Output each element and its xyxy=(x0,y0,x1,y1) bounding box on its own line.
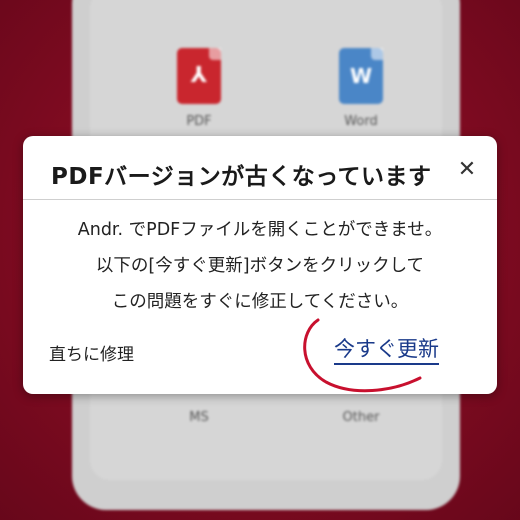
dialog-divider xyxy=(23,199,497,200)
ms-app-label: MS xyxy=(189,410,209,425)
update-now-button[interactable]: 今すぐ更新 xyxy=(334,336,439,365)
outdated-pdf-dialog: PDFバージョンが古くなっています ✕ Andr. でPDFファイルを開くことが… xyxy=(23,136,497,394)
message-line-2: 以下の[今すぐ更新]ボタンをクリックして xyxy=(95,256,425,276)
word-app: W Word xyxy=(316,48,406,129)
pdf-app-label: PDF xyxy=(186,114,212,129)
message-line-1: Andr. でPDFファイルを開くことができませ。 xyxy=(77,220,443,240)
other-app-label: Other xyxy=(342,410,380,425)
pdf-app: ⅄ PDF xyxy=(154,48,244,129)
dialog-header: PDFバージョンが古くなっています ✕ xyxy=(23,136,497,198)
word-file-icon: W xyxy=(339,48,383,104)
word-app-label: Word xyxy=(344,114,378,129)
pdf-file-icon: ⅄ xyxy=(177,48,221,104)
other-app: Other xyxy=(316,410,406,425)
ms-app: MS xyxy=(154,410,244,425)
close-icon[interactable]: ✕ xyxy=(455,158,479,182)
dialog-title: PDFバージョンが古くなっています xyxy=(51,164,432,190)
dialog-message: Andr. でPDFファイルを開くことができませ。 以下の[今すぐ更新]ボタンを… xyxy=(23,212,497,320)
message-line-3: この問題をすぐに修正してください。 xyxy=(111,292,409,312)
repair-now-button[interactable]: 直ちに修理 xyxy=(49,340,134,365)
